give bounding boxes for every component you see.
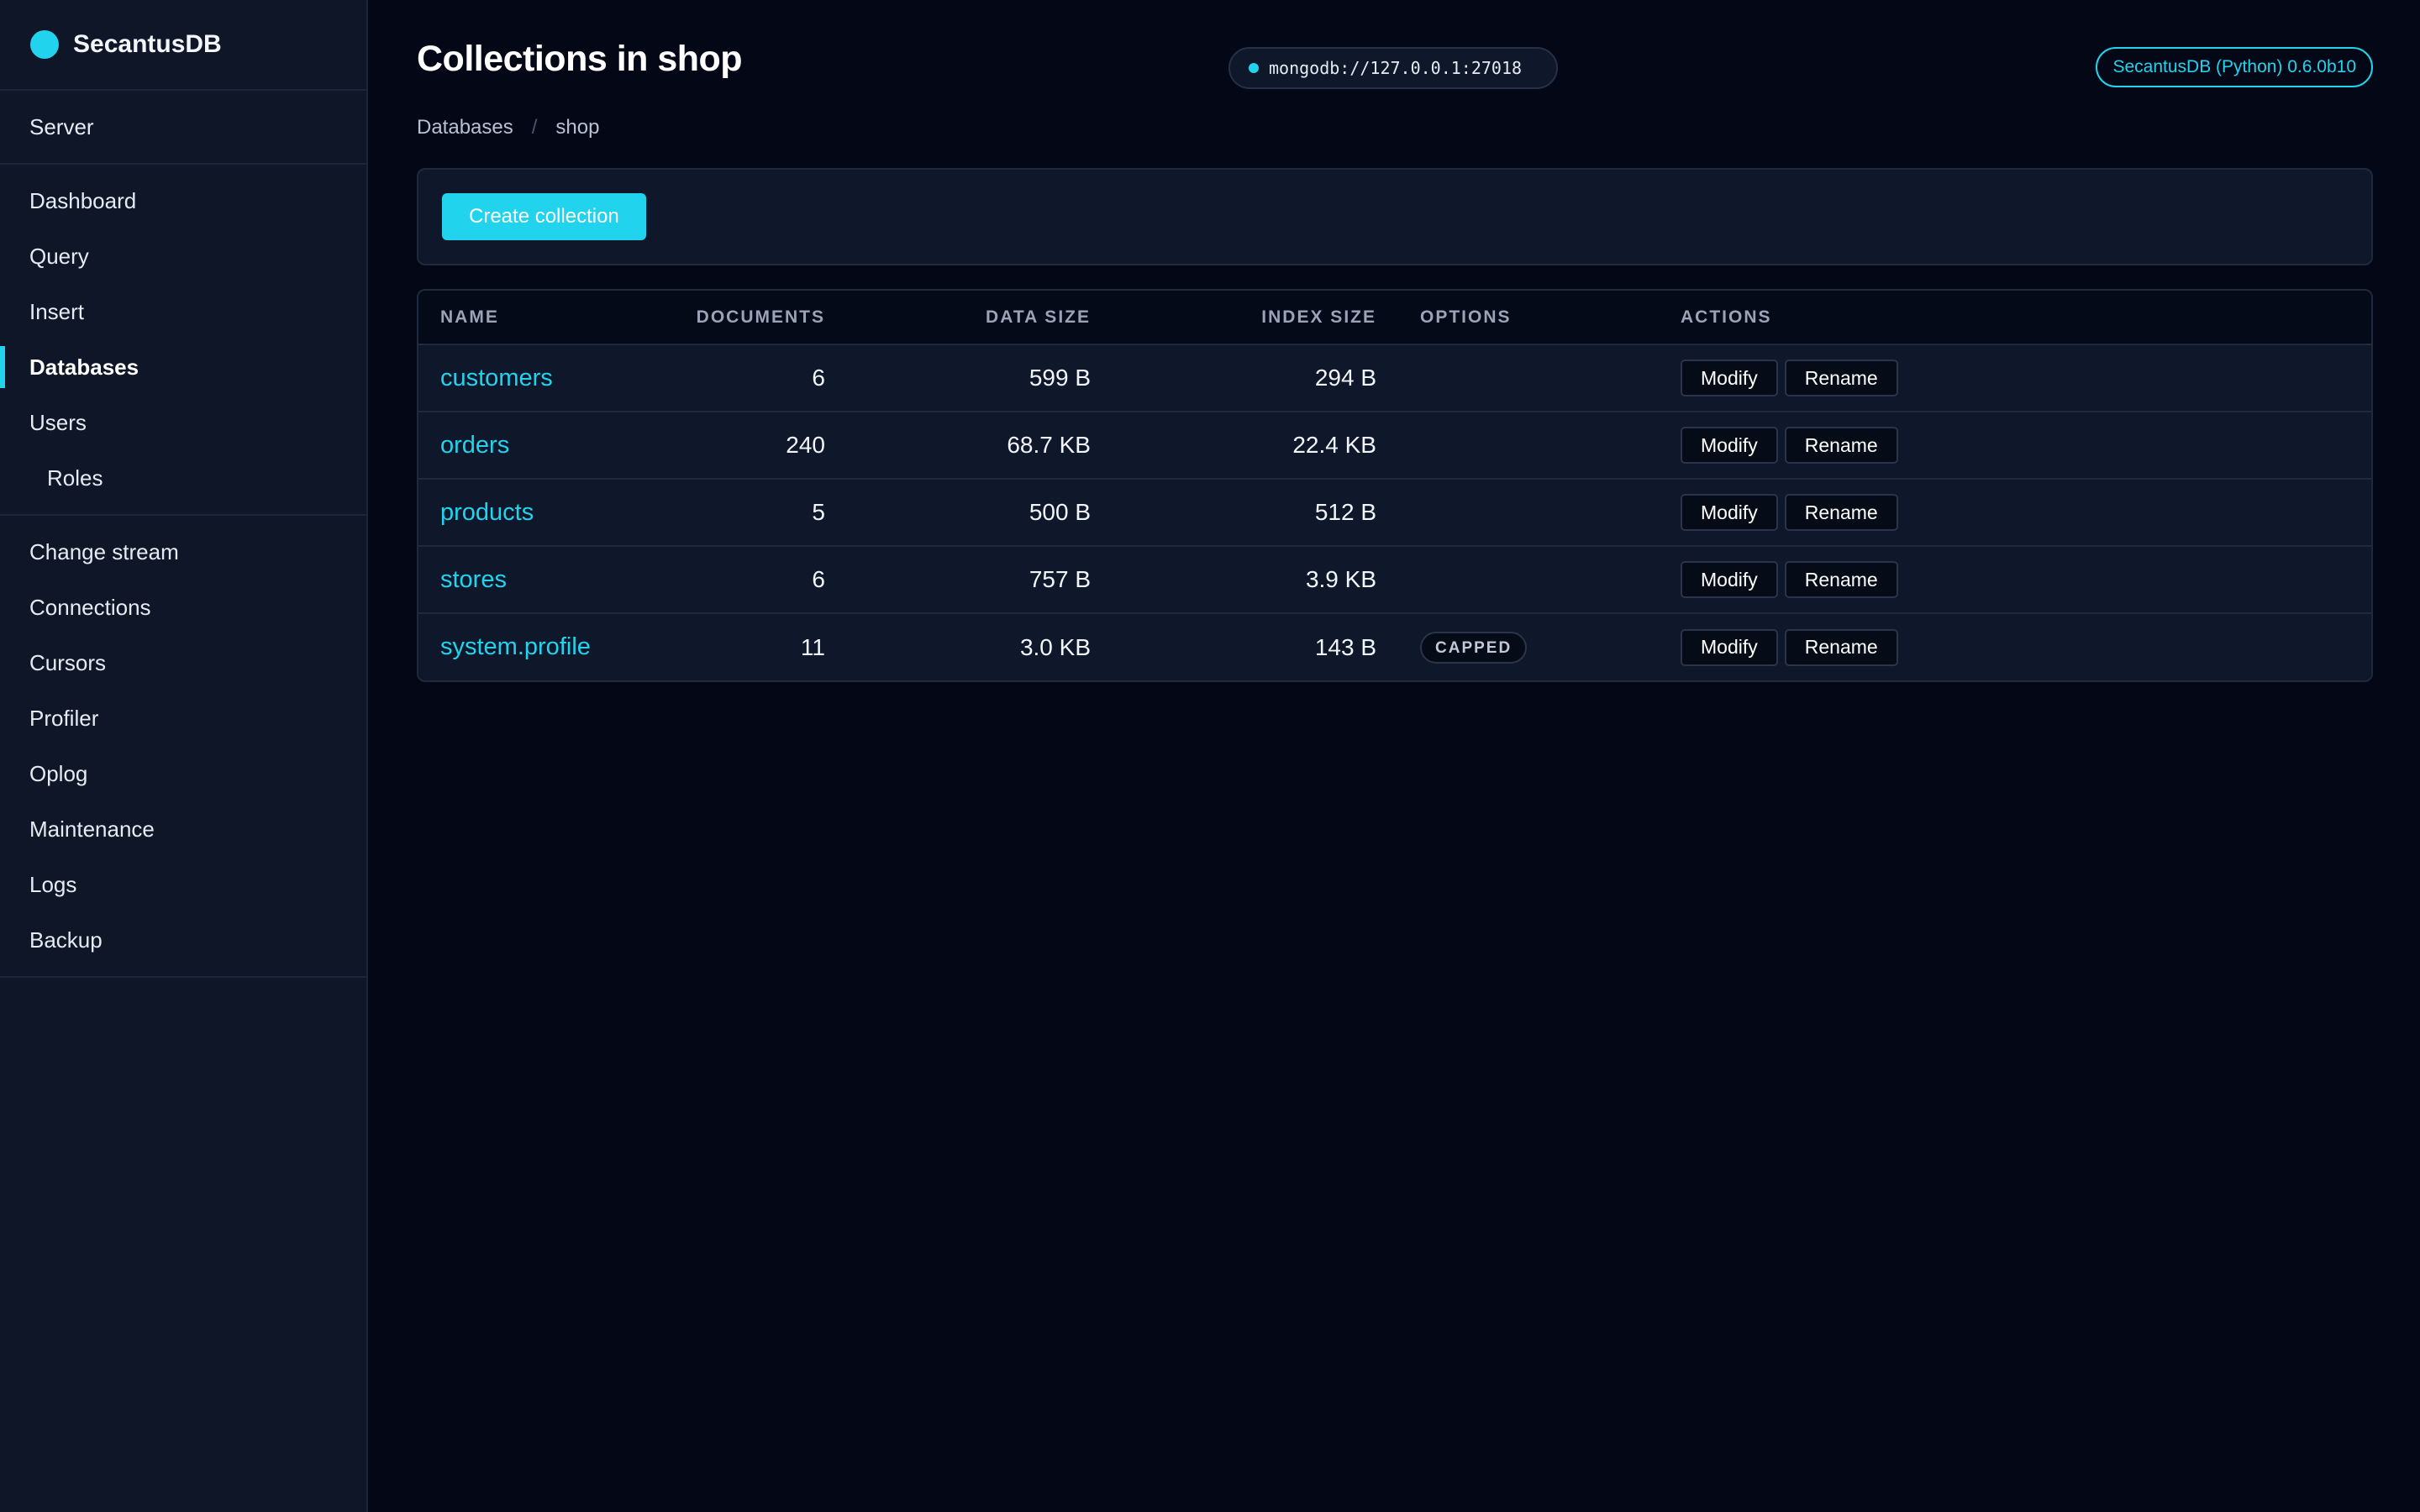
column-header-options: OPTIONS	[1398, 291, 1659, 345]
connection-string: mongodb://127.0.0.1:27018	[1269, 58, 1523, 78]
capped-badge: CAPPED	[1420, 631, 1528, 664]
sidebar-item-query[interactable]: Query	[0, 228, 366, 284]
modify-button[interactable]: Modify	[1681, 494, 1778, 531]
modify-button[interactable]: Modify	[1681, 561, 1778, 598]
cell-name: products	[418, 479, 645, 547]
cell-actions: Modify Rename	[1659, 344, 2371, 412]
brand-name: SecantusDB	[73, 30, 222, 58]
cell-index-size: 22.4 KB	[1113, 412, 1398, 480]
cell-data-size: 3.0 KB	[1019, 633, 1091, 660]
cell-options	[1398, 479, 1659, 547]
column-header-index-size: INDEX SIZE	[1113, 291, 1398, 345]
sidebar-item-logs[interactable]: Logs	[0, 857, 366, 912]
cell-data-size: 757 B	[847, 546, 1113, 614]
sidebar-item-server[interactable]: Server	[0, 99, 366, 155]
sidebar-item-roles[interactable]: Roles	[0, 450, 366, 506]
breadcrumb-current: shop	[555, 116, 600, 139]
table-row: customers 6 599 B 294 B Modify Rename	[418, 344, 2371, 412]
main-content: Collections in shop mongodb://127.0.0.1:…	[370, 0, 2420, 1512]
cell-index-size: 294 B	[1113, 344, 1398, 412]
modify-button[interactable]: Modify	[1681, 360, 1778, 396]
cell-documents: 11	[800, 633, 825, 660]
cell-data-size: 68.7 KB	[847, 412, 1113, 480]
page-title: Collections in shop	[417, 39, 743, 79]
connection-status-icon	[1249, 63, 1259, 73]
rename-button[interactable]: Rename	[1784, 427, 1898, 464]
sidebar-item-change-stream[interactable]: Change stream	[0, 524, 366, 580]
rename-button[interactable]: Rename	[1784, 360, 1898, 396]
collections-table: NAME DOCUMENTS DATA SIZE INDEX SIZE OPTI…	[417, 289, 2373, 682]
collection-link[interactable]: customers	[440, 365, 553, 391]
cell-actions: Modify Rename	[1659, 613, 2371, 680]
rename-button[interactable]: Rename	[1784, 494, 1898, 531]
sidebar-item-oplog[interactable]: Oplog	[0, 746, 366, 801]
sidebar-item-maintenance[interactable]: Maintenance	[0, 801, 366, 857]
sidebar-item-backup[interactable]: Backup	[0, 912, 366, 968]
collection-link[interactable]: system.profile	[440, 633, 591, 660]
cell-documents: 6	[645, 344, 847, 412]
cell-name: orders	[418, 412, 645, 480]
cell-documents: 6	[645, 546, 847, 614]
connection-indicator: mongodb://127.0.0.1:27018	[1228, 47, 1558, 89]
column-header-name: NAME	[418, 291, 645, 345]
cell-options	[1398, 546, 1659, 614]
cell-name: stores	[418, 546, 645, 614]
cell-options	[1398, 412, 1659, 480]
cell-data-size: 599 B	[847, 344, 1113, 412]
cell-name: customers	[418, 344, 645, 412]
cell-actions: Modify Rename	[1659, 546, 2371, 614]
modify-button[interactable]: Modify	[1681, 628, 1778, 666]
cell-index-size: 3.9 KB	[1113, 546, 1398, 614]
sidebar-item-profiler[interactable]: Profiler	[0, 690, 366, 746]
cell-documents: 5	[645, 479, 847, 547]
column-header-data-size: DATA SIZE	[847, 291, 1113, 345]
sidebar: SecantusDB Server Dashboard Query Insert Dat…	[0, 0, 368, 1512]
collection-link[interactable]: orders	[440, 432, 509, 459]
column-header-documents: DOCUMENTS	[645, 291, 847, 345]
cell-actions: Modify Rename	[1659, 412, 2371, 480]
cell-name: system.profile	[418, 613, 645, 680]
table-body: customers 6 599 B 294 B Modify Rename orders 24…	[418, 344, 2371, 680]
sidebar-item-connections[interactable]: Connections	[0, 580, 366, 635]
breadcrumb-separator: /	[531, 116, 538, 139]
collection-link[interactable]: products	[440, 499, 534, 526]
toolbar: Create collection	[417, 168, 2373, 265]
sidebar-item-databases[interactable]: Databases	[0, 339, 366, 395]
breadcrumb-databases[interactable]: Databases	[417, 116, 513, 139]
nav-group: Server	[0, 91, 366, 165]
table-row: system.profile 11 3.0 KB 143 B CAPPED Modify R…	[418, 613, 2371, 680]
cell-data-size: 500 B	[847, 479, 1113, 547]
sidebar-item-cursors[interactable]: Cursors	[0, 635, 366, 690]
rename-button[interactable]: Rename	[1784, 561, 1898, 598]
brand[interactable]: SecantusDB	[0, 0, 366, 91]
table-row: products 5 500 B 512 B Modify Rename	[418, 479, 2371, 547]
table-header-row: NAME DOCUMENTS DATA SIZE INDEX SIZE OPTI…	[418, 291, 2371, 345]
cell-documents: 240	[645, 412, 847, 480]
breadcrumb: Databases / shop	[417, 116, 599, 139]
collection-link[interactable]: stores	[440, 566, 507, 593]
sidebar-item-dashboard[interactable]: Dashboard	[0, 173, 366, 228]
column-header-actions: ACTIONS	[1659, 291, 2371, 345]
cell-index-size: 143 B	[1314, 633, 1376, 660]
cell-options	[1398, 344, 1659, 412]
modify-button[interactable]: Modify	[1681, 427, 1778, 464]
nav-group: Dashboard Query Insert Databases Users Roles	[0, 165, 366, 516]
table-row: orders 240 68.7 KB 22.4 KB Modify Rename	[418, 412, 2371, 480]
rename-button[interactable]: Rename	[1784, 628, 1898, 666]
version-badge: SecantusDB (Python) 0.6.0b10	[2096, 47, 2373, 87]
sidebar-item-users[interactable]: Users	[0, 395, 366, 450]
brand-logo-icon	[30, 30, 59, 59]
nav-group: Change stream Connections Cursors Profiler O…	[0, 516, 366, 978]
sidebar-nav: Server Dashboard Query Insert Databases Users…	[0, 91, 366, 978]
cell-actions: Modify Rename	[1659, 479, 2371, 547]
cell-options: CAPPED	[1398, 613, 1659, 680]
table-row: stores 6 757 B 3.9 KB Modify Rename	[418, 546, 2371, 614]
sidebar-item-insert[interactable]: Insert	[0, 284, 366, 339]
cell-index-size: 512 B	[1113, 479, 1398, 547]
create-collection-button[interactable]: Create collection	[442, 193, 646, 240]
